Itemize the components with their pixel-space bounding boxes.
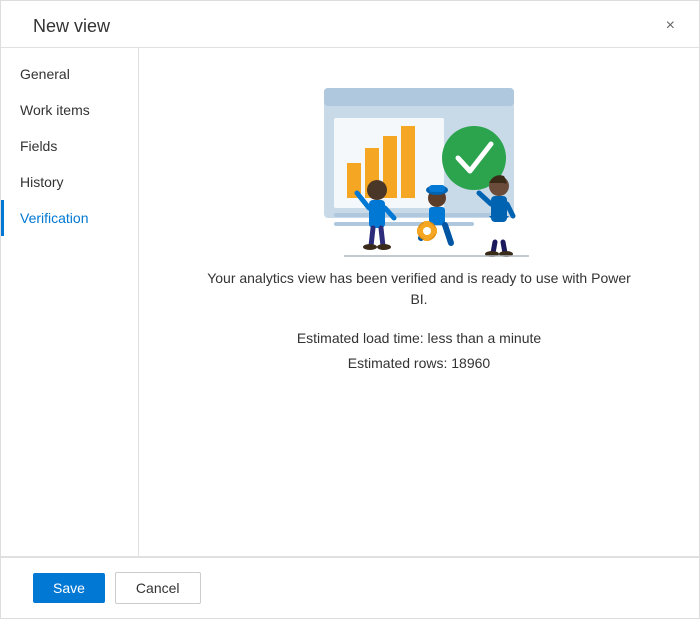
dialog-title: New view [33,16,110,37]
close-button[interactable]: × [658,13,683,39]
sidebar-item-general[interactable]: General [1,56,138,92]
stats-section: Estimated load time: less than a minute … [297,326,541,376]
sidebar-item-fields[interactable]: Fields [1,128,138,164]
sidebar-item-verification[interactable]: Verification [1,200,138,236]
cancel-button[interactable]: Cancel [115,572,201,604]
sidebar-item-history[interactable]: History [1,164,138,200]
dialog-footer: Save Cancel [1,557,699,618]
verification-illustration [289,68,549,268]
dialog-header: New view × [1,1,699,47]
main-content: Your analytics view has been verified an… [139,48,699,556]
new-view-dialog: New view × General Work items Fields His… [0,0,700,619]
verification-message: Your analytics view has been verified an… [199,268,639,310]
save-button[interactable]: Save [33,573,105,603]
sidebar-item-work-items[interactable]: Work items [1,92,138,128]
stats-load: Estimated load time: less than a minute [297,326,541,351]
sidebar: General Work items Fields History Verifi… [1,48,139,556]
dialog-body: General Work items Fields History Verifi… [1,48,699,556]
stats-rows: Estimated rows: 18960 [297,351,541,376]
